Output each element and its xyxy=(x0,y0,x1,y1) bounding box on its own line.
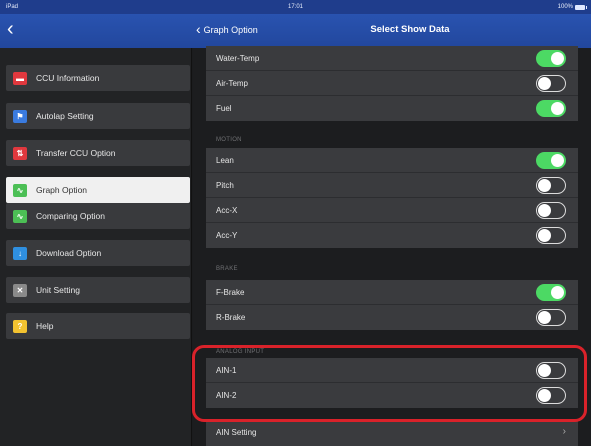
battery-indicator: 100% xyxy=(557,4,587,10)
status-bar: iPad 17:01 100% xyxy=(0,0,591,14)
row-label: Fuel xyxy=(216,104,232,113)
chevron-right-icon: › xyxy=(562,426,566,437)
list-item[interactable]: Fuel xyxy=(206,96,578,121)
toggle-knob xyxy=(537,178,551,192)
sidebar-item-label: Autolap Setting xyxy=(36,111,94,121)
toggle-knob xyxy=(551,101,564,115)
download-icon: ↓ xyxy=(13,246,27,260)
flag-icon: ⚑ xyxy=(13,109,27,123)
engine-group: Water-Temp Air-Temp Fuel xyxy=(206,46,578,121)
list-item[interactable]: F-Brake xyxy=(206,280,578,305)
toggle-knob xyxy=(551,51,564,65)
page-title: Select Show Data xyxy=(370,24,450,35)
lean-toggle[interactable] xyxy=(536,152,566,169)
sidebar-item-label: Help xyxy=(36,321,54,331)
toggle-knob xyxy=(537,310,551,324)
water-temp-toggle[interactable] xyxy=(536,50,566,67)
sidebar-item-help[interactable]: ? Help xyxy=(6,313,190,339)
help-icon: ? xyxy=(13,319,27,333)
row-label: Water-Temp xyxy=(216,54,260,63)
sidebar-item-label: CCU Information xyxy=(36,73,100,83)
sidebar-item-autolap-setting[interactable]: ⚑ Autolap Setting xyxy=(6,103,190,129)
sidebar-item-download-option[interactable]: ↓ Download Option xyxy=(6,240,190,266)
sidebar-item-unit-setting[interactable]: ✕ Unit Setting xyxy=(6,277,190,303)
motion-group: Lean Pitch Acc-X Acc-Y xyxy=(206,148,578,248)
toggle-knob xyxy=(551,153,564,167)
list-item[interactable]: Pitch xyxy=(206,173,578,198)
row-label: F-Brake xyxy=(216,288,245,297)
sidebar-item-label: Unit Setting xyxy=(36,285,80,295)
air-temp-toggle[interactable] xyxy=(536,75,566,92)
sidebar: ▬ CCU Information ⚑ Autolap Setting ⇅ Tr… xyxy=(0,48,192,446)
list-item[interactable]: Lean xyxy=(206,148,578,173)
f-brake-toggle[interactable] xyxy=(536,284,566,301)
compare-graph-icon: ∿ xyxy=(13,209,27,223)
back-button-label: Graph Option xyxy=(203,24,258,35)
navigation-bar: ‹ ‹ Graph Option Select Show Data xyxy=(0,14,591,48)
toggle-knob xyxy=(551,285,564,299)
back-button[interactable]: ‹ Graph Option xyxy=(196,21,258,37)
section-header-brake: BRAKE xyxy=(216,266,238,272)
sidebar-item-comparing-option[interactable]: ∿ Comparing Option xyxy=(6,203,190,229)
sidebar-item-ccu-information[interactable]: ▬ CCU Information xyxy=(6,65,190,91)
battery-percent: 100% xyxy=(557,4,573,10)
section-header-motion: MOTION xyxy=(216,137,242,143)
list-item[interactable]: R-Brake xyxy=(206,305,578,330)
graph-icon: ∿ xyxy=(13,183,27,197)
battery-icon xyxy=(575,4,587,10)
row-label: AIN Setting xyxy=(216,428,257,437)
tools-icon: ✕ xyxy=(13,283,27,297)
list-item[interactable]: Acc-Y xyxy=(206,223,578,248)
ain-setting-row[interactable]: AIN Setting › xyxy=(206,420,578,446)
acc-x-toggle[interactable] xyxy=(536,202,566,219)
car-icon: ▬ xyxy=(13,71,27,85)
r-brake-toggle[interactable] xyxy=(536,309,566,326)
brake-group: F-Brake R-Brake xyxy=(206,280,578,330)
transfer-icon: ⇅ xyxy=(13,146,27,160)
sidebar-item-label: Transfer CCU Option xyxy=(36,148,116,158)
list-item[interactable]: Water-Temp xyxy=(206,46,578,71)
list-item[interactable]: Air-Temp xyxy=(206,71,578,96)
pitch-toggle[interactable] xyxy=(536,177,566,194)
fuel-toggle[interactable] xyxy=(536,100,566,117)
chevron-left-icon: ‹ xyxy=(196,21,201,37)
sidebar-item-label: Comparing Option xyxy=(36,211,105,221)
highlight-box xyxy=(192,345,587,422)
clock: 17:01 xyxy=(287,4,303,10)
sidebar-item-transfer-ccu-option[interactable]: ⇅ Transfer CCU Option xyxy=(6,140,190,166)
toggle-knob xyxy=(537,76,551,90)
list-item[interactable]: Acc-X xyxy=(206,198,578,223)
back-icon[interactable]: ‹ xyxy=(7,18,27,40)
acc-y-toggle[interactable] xyxy=(536,227,566,244)
row-label: Pitch xyxy=(216,181,234,190)
sidebar-item-graph-option[interactable]: ∿ Graph Option xyxy=(6,177,190,203)
row-label: R-Brake xyxy=(216,313,246,322)
row-label: Air-Temp xyxy=(216,79,249,88)
row-label: Acc-X xyxy=(216,206,238,215)
sidebar-item-label: Graph Option xyxy=(36,185,88,195)
sidebar-item-label: Download Option xyxy=(36,248,102,258)
toggle-knob xyxy=(537,203,551,217)
row-label: Lean xyxy=(216,156,234,165)
toggle-knob xyxy=(537,228,551,242)
row-label: Acc-Y xyxy=(216,231,238,240)
